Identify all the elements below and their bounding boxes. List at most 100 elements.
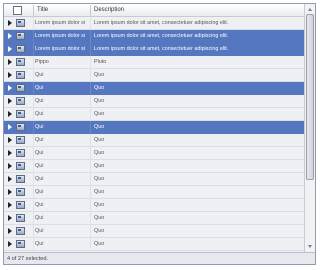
expand-arrow-icon[interactable] [8, 241, 12, 247]
header-title[interactable]: Title [37, 5, 48, 15]
expand-arrow-icon[interactable] [8, 20, 12, 26]
item-description: Pluto [94, 59, 107, 65]
item-description: Quo [94, 163, 105, 169]
item-description: Quo [94, 85, 105, 91]
header-divider[interactable] [90, 5, 91, 16]
list-item[interactable]: Lorem ipsum dolor sit amet Lorem ipsum do… [4, 17, 304, 30]
column-divider [90, 95, 91, 108]
selection-status: 4 of 27 selected. [7, 256, 49, 262]
item-title: Qui [35, 228, 44, 234]
item-description: Lorem ipsum dolor sit amet, consectetuer… [94, 20, 229, 26]
list-item[interactable]: Qui Quo [4, 225, 304, 238]
column-divider [90, 69, 91, 82]
scroll-up-icon[interactable] [305, 5, 315, 13]
item-title: Lorem ipsum dolor sit amet [35, 46, 85, 52]
expand-arrow-icon[interactable] [8, 85, 12, 91]
column-divider [33, 69, 34, 82]
list-item[interactable]: Lorem ipsum dolor sit amet Lorem ipsum do… [4, 43, 304, 56]
item-description: Quo [94, 137, 105, 143]
vertical-scrollbar[interactable] [304, 4, 315, 252]
select-all-checkbox[interactable] [13, 6, 22, 15]
expand-arrow-icon[interactable] [8, 189, 12, 195]
column-divider [90, 225, 91, 238]
list-item[interactable]: Qui Quo [4, 82, 304, 95]
list-item[interactable]: Qui Quo [4, 108, 304, 121]
item-icon [16, 201, 25, 209]
item-icon [16, 240, 25, 248]
expand-arrow-icon[interactable] [8, 124, 12, 130]
item-title: Qui [35, 137, 44, 143]
list-item[interactable]: Qui Quo [4, 121, 304, 134]
expand-arrow-icon[interactable] [8, 33, 12, 39]
item-title: Qui [35, 111, 44, 117]
column-divider [90, 212, 91, 225]
expand-arrow-icon[interactable] [8, 137, 12, 143]
list-item[interactable]: Qui Quo [4, 69, 304, 82]
column-divider [90, 121, 91, 134]
expand-arrow-icon[interactable] [8, 98, 12, 104]
column-divider [33, 30, 34, 43]
expand-arrow-icon[interactable] [8, 215, 12, 221]
column-divider [33, 95, 34, 108]
column-divider [33, 199, 34, 212]
expand-arrow-icon[interactable] [8, 72, 12, 78]
column-divider [33, 186, 34, 199]
list-item[interactable]: Qui Quo [4, 186, 304, 199]
column-divider [90, 82, 91, 95]
expand-arrow-icon[interactable] [8, 176, 12, 182]
list-item[interactable]: Qui Quo [4, 134, 304, 147]
column-divider [33, 147, 34, 160]
list-item[interactable]: Qui Quo [4, 147, 304, 160]
item-description: Quo [94, 202, 105, 208]
item-description: Quo [94, 150, 105, 156]
expand-arrow-icon[interactable] [8, 202, 12, 208]
column-divider [90, 147, 91, 160]
expand-arrow-icon[interactable] [8, 228, 12, 234]
item-title: Pippo [35, 59, 49, 65]
column-divider [33, 212, 34, 225]
expand-arrow-icon[interactable] [8, 111, 12, 117]
list-item[interactable]: Pippo Pluto [4, 56, 304, 69]
header-divider[interactable] [33, 5, 34, 16]
column-divider [90, 56, 91, 69]
item-description: Quo [94, 98, 105, 104]
scroll-down-icon[interactable] [305, 243, 315, 251]
list-item[interactable]: Qui Quo [4, 238, 304, 251]
item-icon [16, 110, 25, 118]
column-divider [33, 225, 34, 238]
item-title: Qui [35, 85, 44, 91]
item-title: Qui [35, 215, 44, 221]
item-description: Quo [94, 124, 105, 130]
list-item[interactable]: Lorem ipsum dolor sit amet Lorem ipsum do… [4, 30, 304, 43]
item-icon [16, 71, 25, 79]
list-item[interactable]: Qui Quo [4, 160, 304, 173]
item-title: Qui [35, 241, 44, 247]
column-divider [33, 121, 34, 134]
column-divider [33, 17, 34, 30]
column-divider [33, 160, 34, 173]
column-divider [33, 238, 34, 251]
list-panel: Title Description Lorem ipsum dolor sit … [3, 3, 316, 265]
list-item[interactable]: Qui Quo [4, 173, 304, 186]
item-icon [16, 227, 25, 235]
header-description[interactable]: Description [94, 5, 124, 15]
list-item[interactable]: Qui Quo [4, 95, 304, 108]
column-header: Title Description [4, 4, 304, 17]
list-item[interactable]: Qui Quo [4, 212, 304, 225]
list-item[interactable]: Qui Quo [4, 199, 304, 212]
item-list: Lorem ipsum dolor sit amet Lorem ipsum do… [4, 17, 304, 251]
item-title: Qui [35, 150, 44, 156]
expand-arrow-icon[interactable] [8, 59, 12, 65]
expand-arrow-icon[interactable] [8, 150, 12, 156]
status-bar: 4 of 27 selected. [4, 252, 315, 264]
column-divider [90, 186, 91, 199]
expand-arrow-icon[interactable] [8, 46, 12, 52]
expand-arrow-icon[interactable] [8, 163, 12, 169]
item-icon [16, 214, 25, 222]
item-description: Quo [94, 215, 105, 221]
item-icon [16, 162, 25, 170]
scrollbar-thumb[interactable] [306, 14, 314, 180]
item-icon [16, 175, 25, 183]
column-divider [90, 43, 91, 56]
column-divider [33, 82, 34, 95]
